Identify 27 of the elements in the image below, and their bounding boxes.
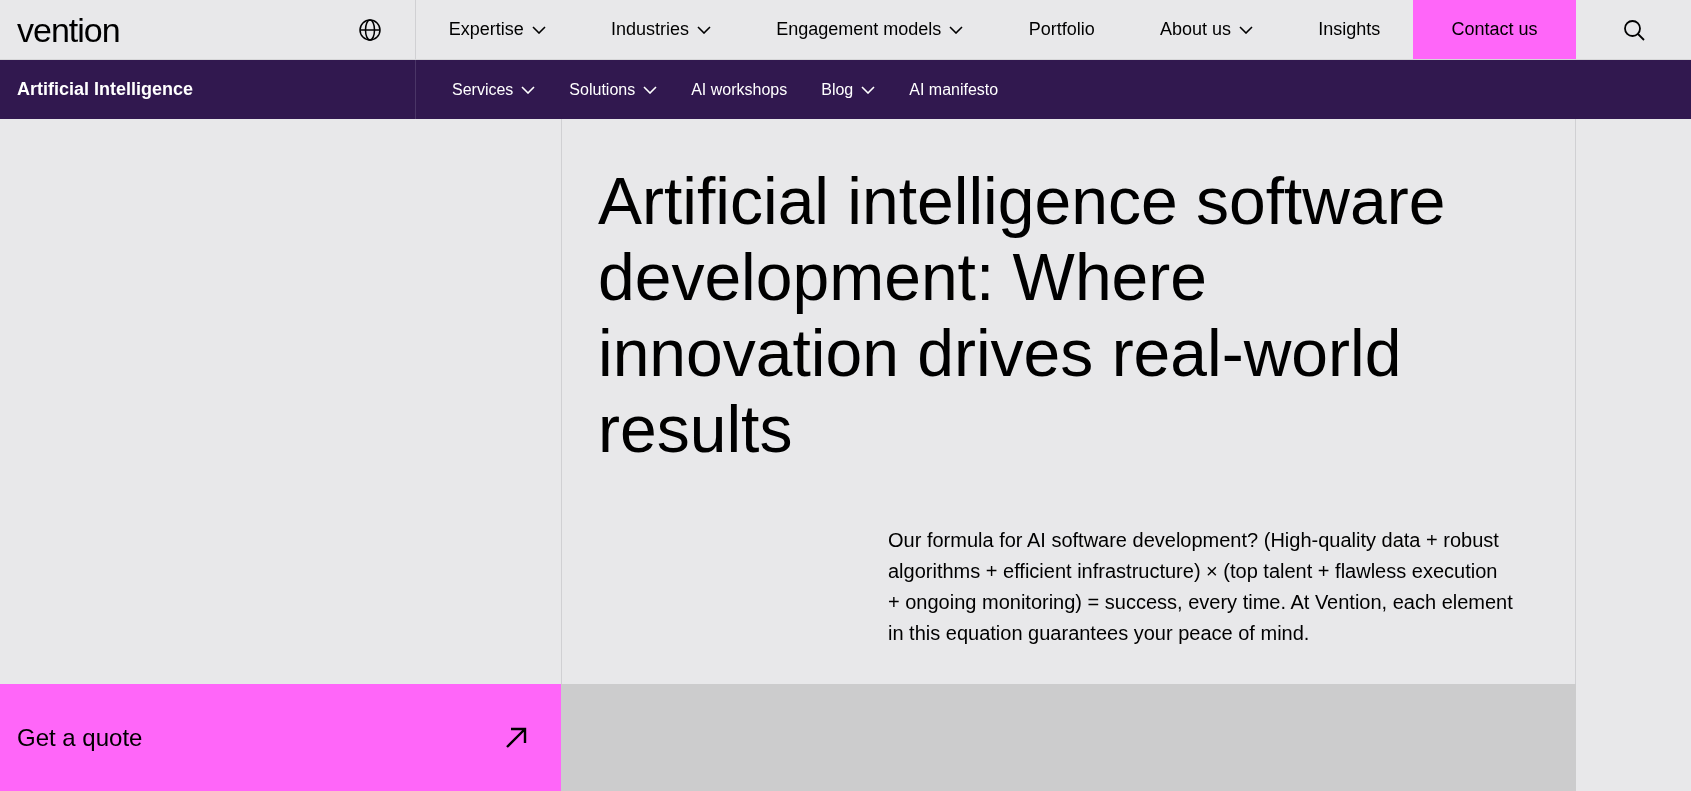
nav-link[interactable]: Expertise [448,16,546,43]
chevron-down-icon [521,85,536,94]
nav-link[interactable]: About us [1159,16,1253,43]
page-heading: Artificial intelligence software development: Where innovation drives real-world results [598,163,1447,467]
globe-icon[interactable] [359,18,381,41]
arrow-up-right-icon [505,726,527,749]
chevron-down-icon [643,85,658,94]
subnav-link[interactable]: Solutions [569,77,658,102]
subnav-link[interactable]: Services [452,77,536,102]
chevron-down-icon [531,25,546,34]
nav-link[interactable]: Engagement models [776,16,964,43]
get-quote-button[interactable]: Get a quote [0,684,561,791]
logo[interactable]: vention [17,12,120,47]
chevron-down-icon [861,85,876,94]
chevron-down-icon [949,25,964,34]
subnav-link[interactable]: AI manifesto [909,77,999,102]
nav-link[interactable]: Industries [610,16,711,43]
chevron-down-icon [1239,25,1253,34]
search-icon[interactable] [1622,18,1645,41]
intro-paragraph: Our formula for AI software development? (High-quality data + robust algorithms + efficient infrastructure) × (top talent + flawless execution + ongoing monitoring) = success, every time. At Vention, each element in this equation guarantees your peace of mind. [888,528,1513,646]
section-title: Artificial Intelligence [0,60,416,119]
nav-link[interactable]: Insights [1318,16,1381,43]
nav-link[interactable]: Portfolio [1028,16,1095,43]
subnav-link[interactable]: AI workshops [691,77,788,102]
contact-button[interactable]: Contact us [1413,0,1576,59]
chevron-down-icon [697,25,711,34]
subnav-link[interactable]: Blog [821,77,876,102]
